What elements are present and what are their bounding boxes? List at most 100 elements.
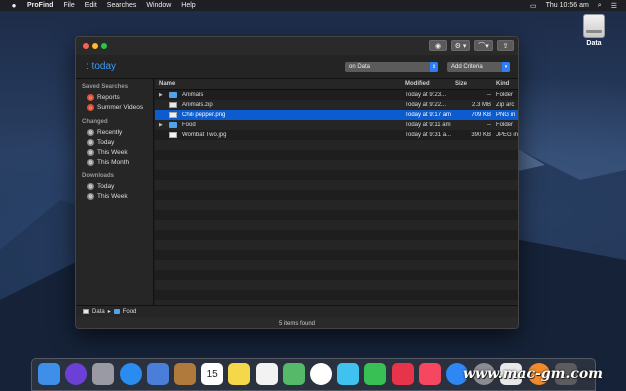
- gear-icon: ⚙: [87, 159, 94, 166]
- photos-icon[interactable]: [310, 363, 332, 385]
- messages-icon[interactable]: [337, 363, 360, 385]
- reminders-icon[interactable]: [255, 363, 278, 385]
- table-row[interactable]: Chili pepper.png Today at 9:17 am 709 KB PN…: [155, 110, 518, 120]
- menu-help[interactable]: Help: [181, 2, 195, 9]
- cell-size: 2.3 MB: [471, 102, 491, 108]
- sidebar-heading-saved-searches: Saved Searches: [82, 84, 129, 90]
- empty-row: [155, 170, 518, 180]
- search-title[interactable]: : today: [86, 61, 116, 72]
- action-gear-button[interactable]: ⚙ ▾: [451, 40, 470, 51]
- sidebar-heading-downloads: Downloads: [82, 173, 115, 179]
- search-bar: : today on Data ⇕ Add Criteria ▾: [76, 55, 518, 79]
- cell-modified: Today at 9:11 am: [405, 122, 451, 128]
- empty-row: [155, 200, 518, 210]
- path-root[interactable]: Data: [92, 309, 105, 315]
- launchpad-icon[interactable]: [92, 363, 115, 385]
- title-bar[interactable]: ◉ ⚙ ▾ ⌒▾ ⇪: [76, 37, 518, 55]
- disclosure-triangle-icon[interactable]: ▶: [159, 122, 163, 128]
- siri-icon[interactable]: [65, 363, 88, 385]
- column-header-name[interactable]: Name: [159, 81, 175, 87]
- cell-modified: Today at 9:17 am: [405, 112, 452, 118]
- preview-eye-button[interactable]: ◉: [429, 40, 447, 51]
- safari-icon[interactable]: [119, 363, 142, 385]
- clock[interactable]: Thu 10:56 am: [546, 2, 589, 9]
- sidebar-item-downloads-this-week[interactable]: ⚙ This Week: [87, 192, 128, 201]
- sidebar-item-recently[interactable]: ⚙ Recently: [87, 128, 122, 137]
- notes-icon[interactable]: [228, 363, 251, 385]
- minimize-button[interactable]: [92, 43, 98, 49]
- cell-size: 390 KB: [471, 132, 491, 138]
- column-header-size[interactable]: Size: [455, 81, 467, 87]
- empty-row: [155, 240, 518, 250]
- sidebar-item-downloads-today[interactable]: ⚙ Today: [87, 182, 114, 191]
- folder-icon: [169, 92, 177, 98]
- profind-window: ◉ ⚙ ▾ ⌒▾ ⇪ : today on Data ⇕ Add Criteri…: [75, 36, 519, 329]
- sidebar-item-this-month[interactable]: ⚙ This Month: [87, 158, 129, 167]
- cell-name: Animals.zip: [182, 102, 213, 108]
- empty-row: [155, 210, 518, 220]
- gear-icon: ⚙: [87, 193, 94, 200]
- cell-name: Food: [182, 122, 196, 128]
- empty-row: [155, 280, 518, 290]
- drive-label: Data: [586, 40, 602, 47]
- column-header-kind[interactable]: Kind: [496, 81, 509, 87]
- menu-searches[interactable]: Searches: [107, 2, 137, 9]
- watermark: www.mac-gm.com: [463, 366, 603, 382]
- disclosure-triangle-icon[interactable]: ▶: [159, 92, 163, 98]
- table-row[interactable]: ▶ Food Today at 9:11 am -- Folder: [155, 120, 518, 130]
- cell-size: --: [487, 122, 491, 128]
- options-icon: ⌒▾: [478, 42, 489, 50]
- sidebar-item-summer-videos[interactable]: ☼ Summer Videos: [87, 103, 143, 112]
- chevron-updown-icon: ⇕: [430, 62, 438, 72]
- desktop-drive[interactable]: Data: [580, 14, 608, 47]
- contacts-icon[interactable]: [174, 363, 196, 385]
- saved-search-icon: ☼: [87, 104, 94, 111]
- table-row[interactable]: Animals.zip Today at 9:22... 2.3 MB Zip arc: [155, 100, 518, 110]
- calendar-icon[interactable]: 15: [201, 363, 224, 385]
- path-child[interactable]: Food: [123, 309, 137, 315]
- finder-icon[interactable]: [38, 363, 60, 385]
- cell-name: Animals: [182, 92, 204, 98]
- share-button[interactable]: ⇪: [497, 40, 514, 51]
- drive-icon: [83, 309, 89, 314]
- sidebar-item-reports[interactable]: ☼ Reports: [87, 93, 120, 102]
- news-icon[interactable]: [391, 363, 414, 385]
- options-button[interactable]: ⌒▾: [474, 40, 493, 51]
- menu-app-name[interactable]: ProFind: [27, 2, 53, 9]
- spotlight-icon[interactable]: ⌕: [598, 2, 602, 10]
- cell-kind: PNG in: [496, 112, 516, 118]
- folder-icon: [169, 122, 177, 128]
- scope-popup[interactable]: on Data ⇕: [345, 62, 438, 72]
- cell-modified: Today at 9:31 a...: [405, 132, 452, 138]
- sidebar-item-today[interactable]: ⚙ Today: [87, 138, 114, 147]
- menu-edit[interactable]: Edit: [85, 2, 97, 9]
- close-button[interactable]: [83, 43, 89, 49]
- menu-window[interactable]: Window: [146, 2, 171, 9]
- mail-icon[interactable]: [146, 363, 169, 385]
- empty-row: [155, 180, 518, 190]
- empty-row: [155, 150, 518, 160]
- apple-logo-icon[interactable]: ●: [9, 1, 19, 10]
- table-row[interactable]: ▶ Animals Today at 9:23... -- Folder: [155, 90, 518, 100]
- empty-row: [155, 160, 518, 170]
- menu-file[interactable]: File: [63, 2, 74, 9]
- table-row[interactable]: Wombat Two.jpg Today at 9:31 a... 390 KB JP…: [155, 130, 518, 140]
- maps-icon[interactable]: [282, 363, 305, 385]
- add-criteria-popup[interactable]: Add Criteria ▾: [447, 62, 510, 72]
- empty-row: [155, 190, 518, 200]
- sidebar: Saved Searches ☼ Reports ☼ Summer Videos C…: [76, 79, 154, 305]
- music-icon[interactable]: [418, 363, 441, 385]
- facetime-icon[interactable]: [364, 363, 387, 385]
- control-center-icon[interactable]: ☰: [611, 2, 617, 10]
- display-icon[interactable]: ▭: [530, 2, 537, 10]
- image-file-icon: [169, 132, 177, 138]
- cell-size: 709 KB: [471, 112, 491, 118]
- sidebar-heading-changed: Changed: [82, 119, 108, 125]
- zoom-button[interactable]: [101, 43, 107, 49]
- cell-kind: Folder: [496, 122, 514, 128]
- empty-row: [155, 230, 518, 240]
- cell-modified: Today at 9:22...: [405, 102, 447, 108]
- column-header-modified[interactable]: Modified: [405, 81, 430, 87]
- sidebar-item-this-week[interactable]: ⚙ This Week: [87, 148, 128, 157]
- empty-row: [155, 140, 518, 150]
